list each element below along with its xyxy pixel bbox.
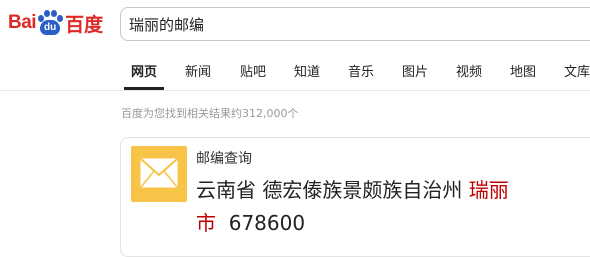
logo-text-du: du	[40, 20, 61, 35]
mail-envelope-icon	[131, 146, 187, 202]
tab-music[interactable]: 音乐	[348, 61, 374, 80]
result-count: 百度为您找到相关结果约312,000个	[121, 107, 299, 120]
search-box[interactable]	[120, 7, 590, 41]
tab-map[interactable]: 地图	[510, 61, 536, 80]
tab-web[interactable]: 网页	[131, 61, 157, 80]
paw-icon: du	[37, 10, 64, 36]
answer-postcode: 678600	[228, 211, 306, 235]
card-title[interactable]: 邮编查询	[196, 148, 252, 168]
search-input[interactable]	[129, 13, 589, 35]
search-tabs: 网页 新闻 贴吧 知道 音乐 图片 视频 地图 文库	[0, 50, 590, 91]
tab-images[interactable]: 图片	[402, 61, 428, 80]
postcode-answer: 云南省 德宏傣族景颇族自治州 瑞丽市 678600	[196, 174, 556, 240]
tab-zhidao[interactable]: 知道	[294, 61, 320, 80]
baidu-logo[interactable]: Bai du 百度	[8, 6, 112, 40]
tab-video[interactable]: 视频	[456, 61, 482, 80]
tab-wenku[interactable]: 文库	[564, 61, 590, 80]
tab-tieba[interactable]: 贴吧	[240, 61, 266, 80]
logo-text-bai: Bai	[8, 12, 37, 33]
tab-news[interactable]: 新闻	[185, 61, 211, 80]
answer-region: 云南省 德宏傣族景颇族自治州	[196, 178, 469, 202]
logo-text-cn: 百度	[65, 13, 104, 36]
active-tab-underline	[124, 87, 164, 90]
header: Bai du 百度	[0, 0, 590, 50]
